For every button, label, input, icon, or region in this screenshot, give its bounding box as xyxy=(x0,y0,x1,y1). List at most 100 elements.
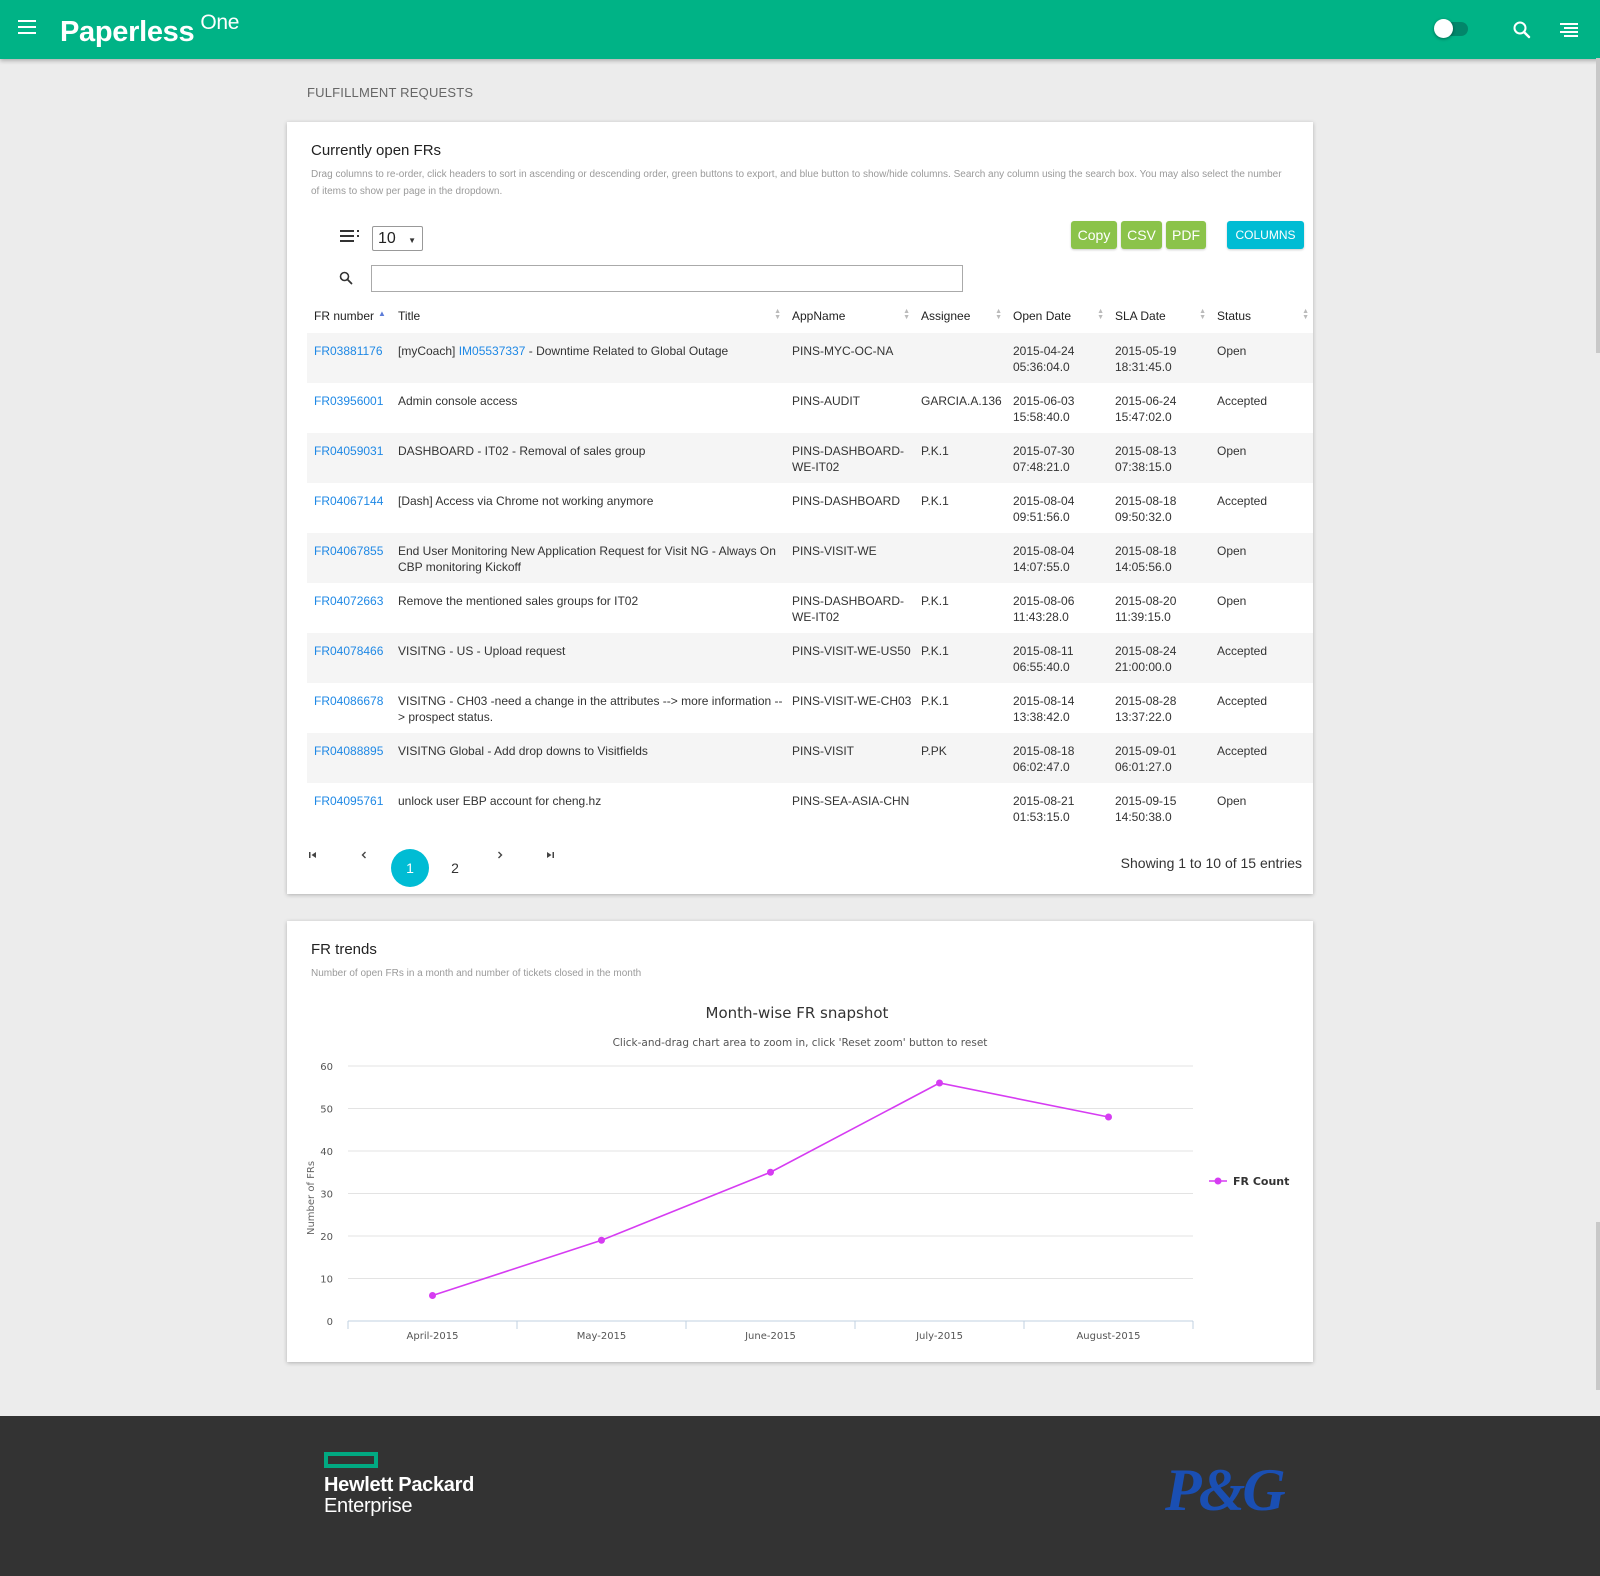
sla-date-text: 2015-09-15 xyxy=(1115,794,1177,808)
page-2-button[interactable]: 2 xyxy=(445,849,465,887)
open-time-text: 06:55:40.0 xyxy=(1013,660,1070,674)
cell-status: Accepted xyxy=(1210,483,1313,533)
cell-title: VISITNG - US - Upload request xyxy=(391,633,785,683)
prev-page-icon[interactable] xyxy=(359,849,369,863)
cell-title: [Dash] Access via Chrome not working any… xyxy=(391,483,785,533)
status-text: Accepted xyxy=(1217,494,1268,508)
chart-legend[interactable]: FR Count xyxy=(1209,1175,1289,1188)
assignee-text: GARCIA.A.136 xyxy=(921,394,1002,408)
open-time-text: 13:38:42.0 xyxy=(1013,710,1070,724)
sla-time-text: 07:38:15.0 xyxy=(1115,460,1172,474)
fr-number-link[interactable]: FR04078466 xyxy=(314,644,383,658)
page-length-select[interactable]: 10 ▼ xyxy=(372,226,423,251)
cell-title: unlock user EBP account for cheng.hz xyxy=(391,783,785,833)
fr-number-link[interactable]: FR04086678 xyxy=(314,694,383,708)
fr-number-link[interactable]: FR04088895 xyxy=(314,744,383,758)
menu-right-icon[interactable] xyxy=(1560,22,1580,38)
col-header-status[interactable]: Status ▲ ▼ xyxy=(1210,298,1313,333)
appname-text: PINS-DASHBOARD-WE-IT02 xyxy=(792,594,905,624)
open-time-text: 06:02:47.0 xyxy=(1013,760,1070,774)
sort-icon: ▲ ▼ xyxy=(995,308,1002,321)
cell-appname: PINS-DASHBOARD-WE-IT02 xyxy=(785,583,914,633)
x-tick-label: April-2015 xyxy=(407,1331,459,1342)
hpe-logo: Hewlett Packard Enterprise xyxy=(324,1452,474,1518)
cell-open-date: 2015-08-18 06:02:47.0 xyxy=(1006,733,1108,783)
col-header-sla-date[interactable]: SLA Date ▲ ▼ xyxy=(1108,298,1210,333)
cell-sla-date: 2015-08-28 13:37:22.0 xyxy=(1108,683,1210,733)
menu-icon[interactable] xyxy=(18,20,36,34)
cell-open-date: 2015-08-11 06:55:40.0 xyxy=(1006,633,1108,683)
status-text: Open xyxy=(1217,444,1247,458)
fr-trend-chart[interactable]: Month-wise FR snapshot Click-and-drag ch… xyxy=(287,1003,1313,1362)
sort-icon: ▲ ▼ xyxy=(1199,308,1206,321)
assignee-text: P.K.1 xyxy=(921,694,949,708)
y-tick-label: 30 xyxy=(320,1190,333,1201)
sla-date-text: 2015-08-28 xyxy=(1115,694,1177,708)
col-header-title[interactable]: Title ▲ ▼ xyxy=(391,298,785,333)
open-frs-title: Currently open FRs xyxy=(311,142,442,159)
x-tick-label: May-2015 xyxy=(577,1331,627,1342)
hpe-logo-line2: Enterprise xyxy=(324,1495,413,1517)
next-page-icon[interactable] xyxy=(495,849,505,863)
sla-date-text: 2015-08-18 xyxy=(1115,544,1177,558)
chart-subtitle: Click-and-drag chart area to zoom in, cl… xyxy=(613,1037,988,1049)
search-icon[interactable] xyxy=(1512,20,1532,40)
page-title: FULFILLMENT REQUESTS xyxy=(307,85,474,100)
cell-sla-date: 2015-06-24 15:47:02.0 xyxy=(1108,383,1210,433)
sla-date-text: 2015-09-01 xyxy=(1115,744,1177,758)
sla-date-text: 2015-08-13 xyxy=(1115,444,1177,458)
fr-number-link[interactable]: FR04095761 xyxy=(314,794,383,808)
last-page-icon[interactable] xyxy=(545,849,555,863)
title-text: VISITNG - US - Upload request xyxy=(398,644,566,658)
cell-open-date: 2015-04-24 05:36:04.0 xyxy=(1006,333,1108,383)
cell-fr-number: FR03881176 xyxy=(307,333,391,383)
cell-assignee: P.K.1 xyxy=(914,433,1006,483)
appname-text: PINS-AUDIT xyxy=(792,394,861,408)
cell-assignee: GARCIA.A.136 xyxy=(914,383,1006,433)
fr-number-link[interactable]: FR03881176 xyxy=(314,344,383,358)
fr-number-link[interactable]: FR03956001 xyxy=(314,394,383,408)
data-point xyxy=(598,1236,605,1244)
pdf-button[interactable]: PDF xyxy=(1166,221,1206,249)
col-header-assignee[interactable]: Assignee ▲ ▼ xyxy=(914,298,1006,333)
cell-assignee: P.K.1 xyxy=(914,683,1006,733)
cell-sla-date: 2015-08-18 09:50:32.0 xyxy=(1108,483,1210,533)
title-text: unlock user EBP account for cheng.hz xyxy=(398,794,602,808)
cell-title: DASHBOARD - IT02 - Removal of sales grou… xyxy=(391,433,785,483)
fr-number-link[interactable]: FR04067855 xyxy=(314,544,383,558)
col-label: FR number xyxy=(314,308,375,323)
x-tick-label: July-2015 xyxy=(915,1331,963,1342)
page-1-button[interactable]: 1 xyxy=(391,849,429,887)
app-brand[interactable]: Paperless One xyxy=(60,11,239,49)
page-scrollbar[interactable] xyxy=(1596,58,1600,353)
x-tick-label: June-2015 xyxy=(744,1331,796,1342)
assignee-text: P.K.1 xyxy=(921,444,949,458)
sort-icon: ▲ ▼ xyxy=(774,308,781,321)
fr-number-link[interactable]: FR04072663 xyxy=(314,594,383,608)
col-header-appname[interactable]: AppName ▲ ▼ xyxy=(785,298,914,333)
col-label: Title xyxy=(398,308,421,323)
cell-open-date: 2015-06-03 15:58:40.0 xyxy=(1006,383,1108,433)
title-text: DASHBOARD - IT02 - Removal of sales grou… xyxy=(398,444,646,458)
cell-fr-number: FR04088895 xyxy=(307,733,391,783)
col-header-open-date[interactable]: Open Date ▲ ▼ xyxy=(1006,298,1108,333)
appname-text: PINS-SEA-ASIA-CHN xyxy=(792,794,910,808)
incident-link[interactable]: IM05537337 xyxy=(459,344,526,358)
fr-number-link[interactable]: FR04059031 xyxy=(314,444,383,458)
csv-button[interactable]: CSV xyxy=(1121,221,1162,249)
title-text: Remove the mentioned sales groups for IT… xyxy=(398,594,639,608)
y-tick-label: 10 xyxy=(320,1275,333,1286)
open-date-text: 2015-06-03 xyxy=(1013,394,1075,408)
columns-button[interactable]: COLUMNS xyxy=(1227,221,1304,249)
table-search-input[interactable] xyxy=(371,265,963,292)
cell-open-date: 2015-08-14 13:38:42.0 xyxy=(1006,683,1108,733)
col-header-fr-number[interactable]: FR number ▲ xyxy=(307,298,391,333)
open-time-text: 14:07:55.0 xyxy=(1013,560,1070,574)
copy-button[interactable]: Copy xyxy=(1071,221,1117,249)
fr-number-link[interactable]: FR04067144 xyxy=(314,494,383,508)
theme-toggle[interactable] xyxy=(1434,19,1468,38)
sla-date-text: 2015-05-19 xyxy=(1115,344,1177,358)
cell-appname: PINS-DASHBOARD-WE-IT02 xyxy=(785,433,914,483)
first-page-icon[interactable] xyxy=(308,849,318,863)
open-date-text: 2015-08-11 xyxy=(1013,644,1074,658)
